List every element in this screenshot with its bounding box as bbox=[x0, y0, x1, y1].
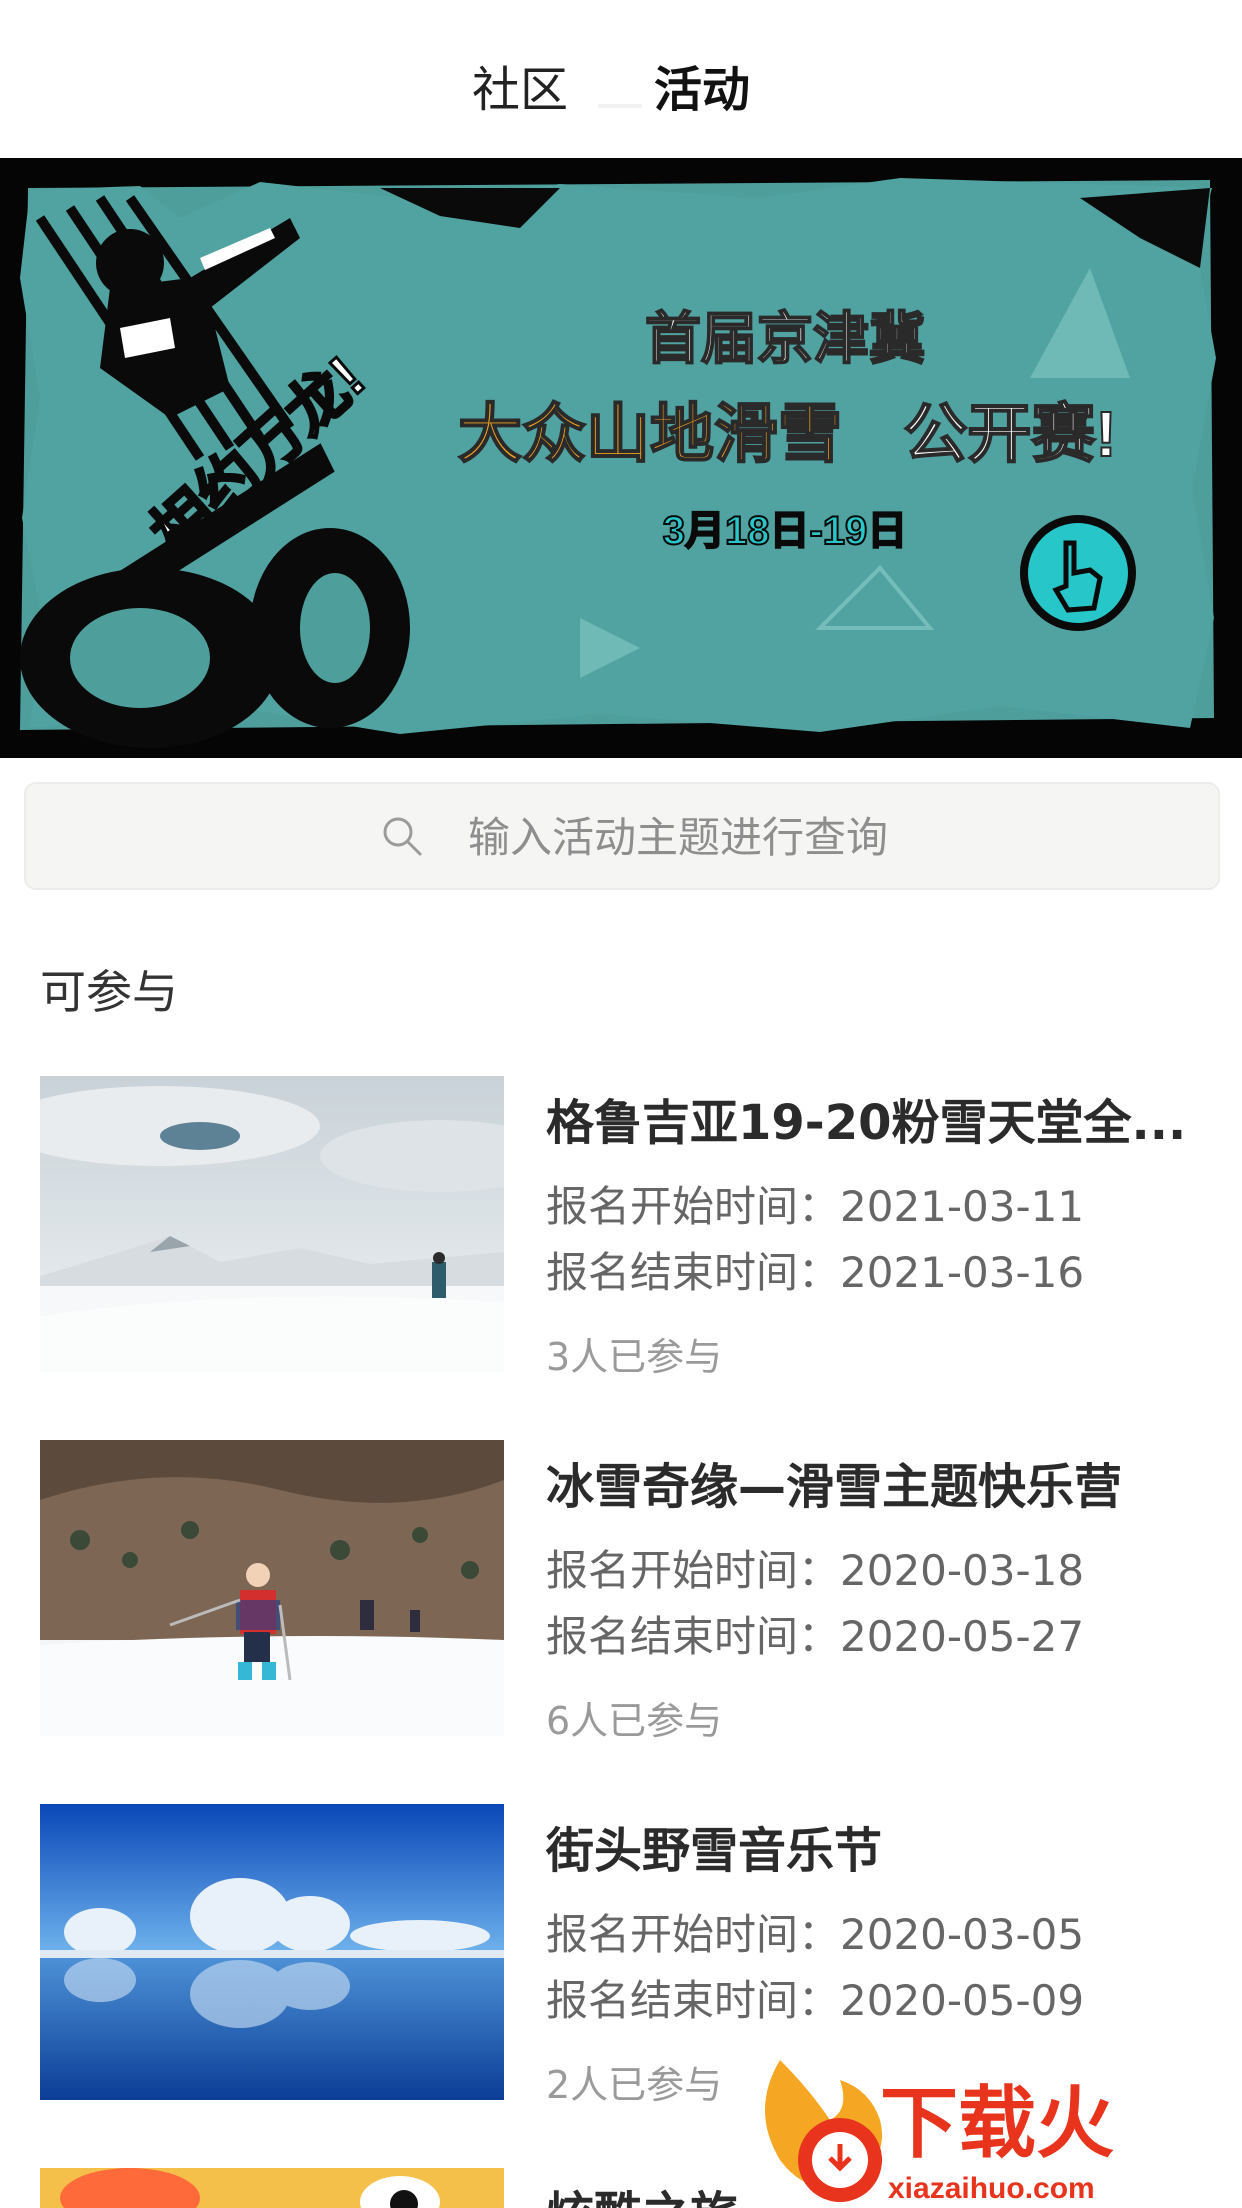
tab-divider bbox=[598, 104, 642, 108]
activity-title: 街头野雪音乐节 bbox=[546, 1823, 883, 1879]
activity-title: 格鲁吉亚19-20粉雪天堂全... bbox=[546, 1095, 1187, 1151]
section-title: 可参与 bbox=[40, 965, 178, 1019]
activity-thumbnail bbox=[40, 2168, 504, 2208]
watermark-url: xiazaihuo.com bbox=[888, 2172, 1095, 2205]
banner-dates: 3月18日-19日 bbox=[663, 509, 908, 553]
promo-banner[interactable]: 相约万龙! 首届京津冀 大众山地滑雪 公开赛! 3月18日-19日 bbox=[0, 158, 1242, 758]
activity-thumbnail bbox=[40, 1804, 504, 2100]
activity-thumbnail bbox=[40, 1076, 504, 1372]
banner-graphic: 相约万龙! 首届京津冀 大众山地滑雪 公开赛! 3月18日-19日 bbox=[20, 178, 1216, 748]
banner-headline-rest: 公开赛! bbox=[903, 398, 1116, 470]
tab-community[interactable]: 社区 bbox=[472, 54, 568, 126]
activity-participants: 2人已参与 bbox=[546, 2063, 723, 2107]
activity-end-time: 报名结束时间：2021-03-16 bbox=[546, 1248, 1085, 1297]
search-input[interactable]: 输入活动主题进行查询 bbox=[468, 810, 888, 866]
search-bar[interactable]: 输入活动主题进行查询 bbox=[24, 782, 1220, 890]
activity-participants: 6人已参与 bbox=[546, 1699, 723, 1743]
activity-start-time: 报名开始时间：2020-03-18 bbox=[546, 1546, 1085, 1595]
activity-participants: 3人已参与 bbox=[546, 1335, 723, 1379]
search-icon bbox=[383, 817, 422, 856]
activity-title: 冰雪奇缘—滑雪主题快乐营 bbox=[546, 1459, 1123, 1515]
activity-thumbnail bbox=[40, 1440, 504, 1736]
watermark-brand: 下载火 bbox=[880, 2079, 1114, 2167]
activity-start-time: 报名开始时间：2020-03-05 bbox=[546, 1910, 1085, 1959]
banner-headline-1: 首届京津冀 bbox=[645, 307, 925, 370]
activity-end-time: 报名结束时间：2020-05-09 bbox=[546, 1976, 1085, 2025]
activity-end-time: 报名结束时间：2020-05-27 bbox=[546, 1612, 1085, 1661]
activity-start-time: 报名开始时间：2021-03-11 bbox=[546, 1182, 1085, 1231]
watermark-logo: 下载火 xiazaihuo.com bbox=[740, 2050, 1240, 2208]
activity-item[interactable]: 格鲁吉亚19-20粉雪天堂全... 报名开始时间：2021-03-11 报名结束… bbox=[0, 1076, 1242, 1406]
top-tab-bar: 社区 活动 bbox=[0, 0, 1242, 158]
banner-headline-highlight: 大众山地滑雪 bbox=[458, 398, 842, 470]
activity-item[interactable]: 冰雪奇缘—滑雪主题快乐营 报名开始时间：2020-03-18 报名结束时间：20… bbox=[0, 1440, 1242, 1770]
tab-activity[interactable]: 活动 bbox=[654, 54, 750, 126]
